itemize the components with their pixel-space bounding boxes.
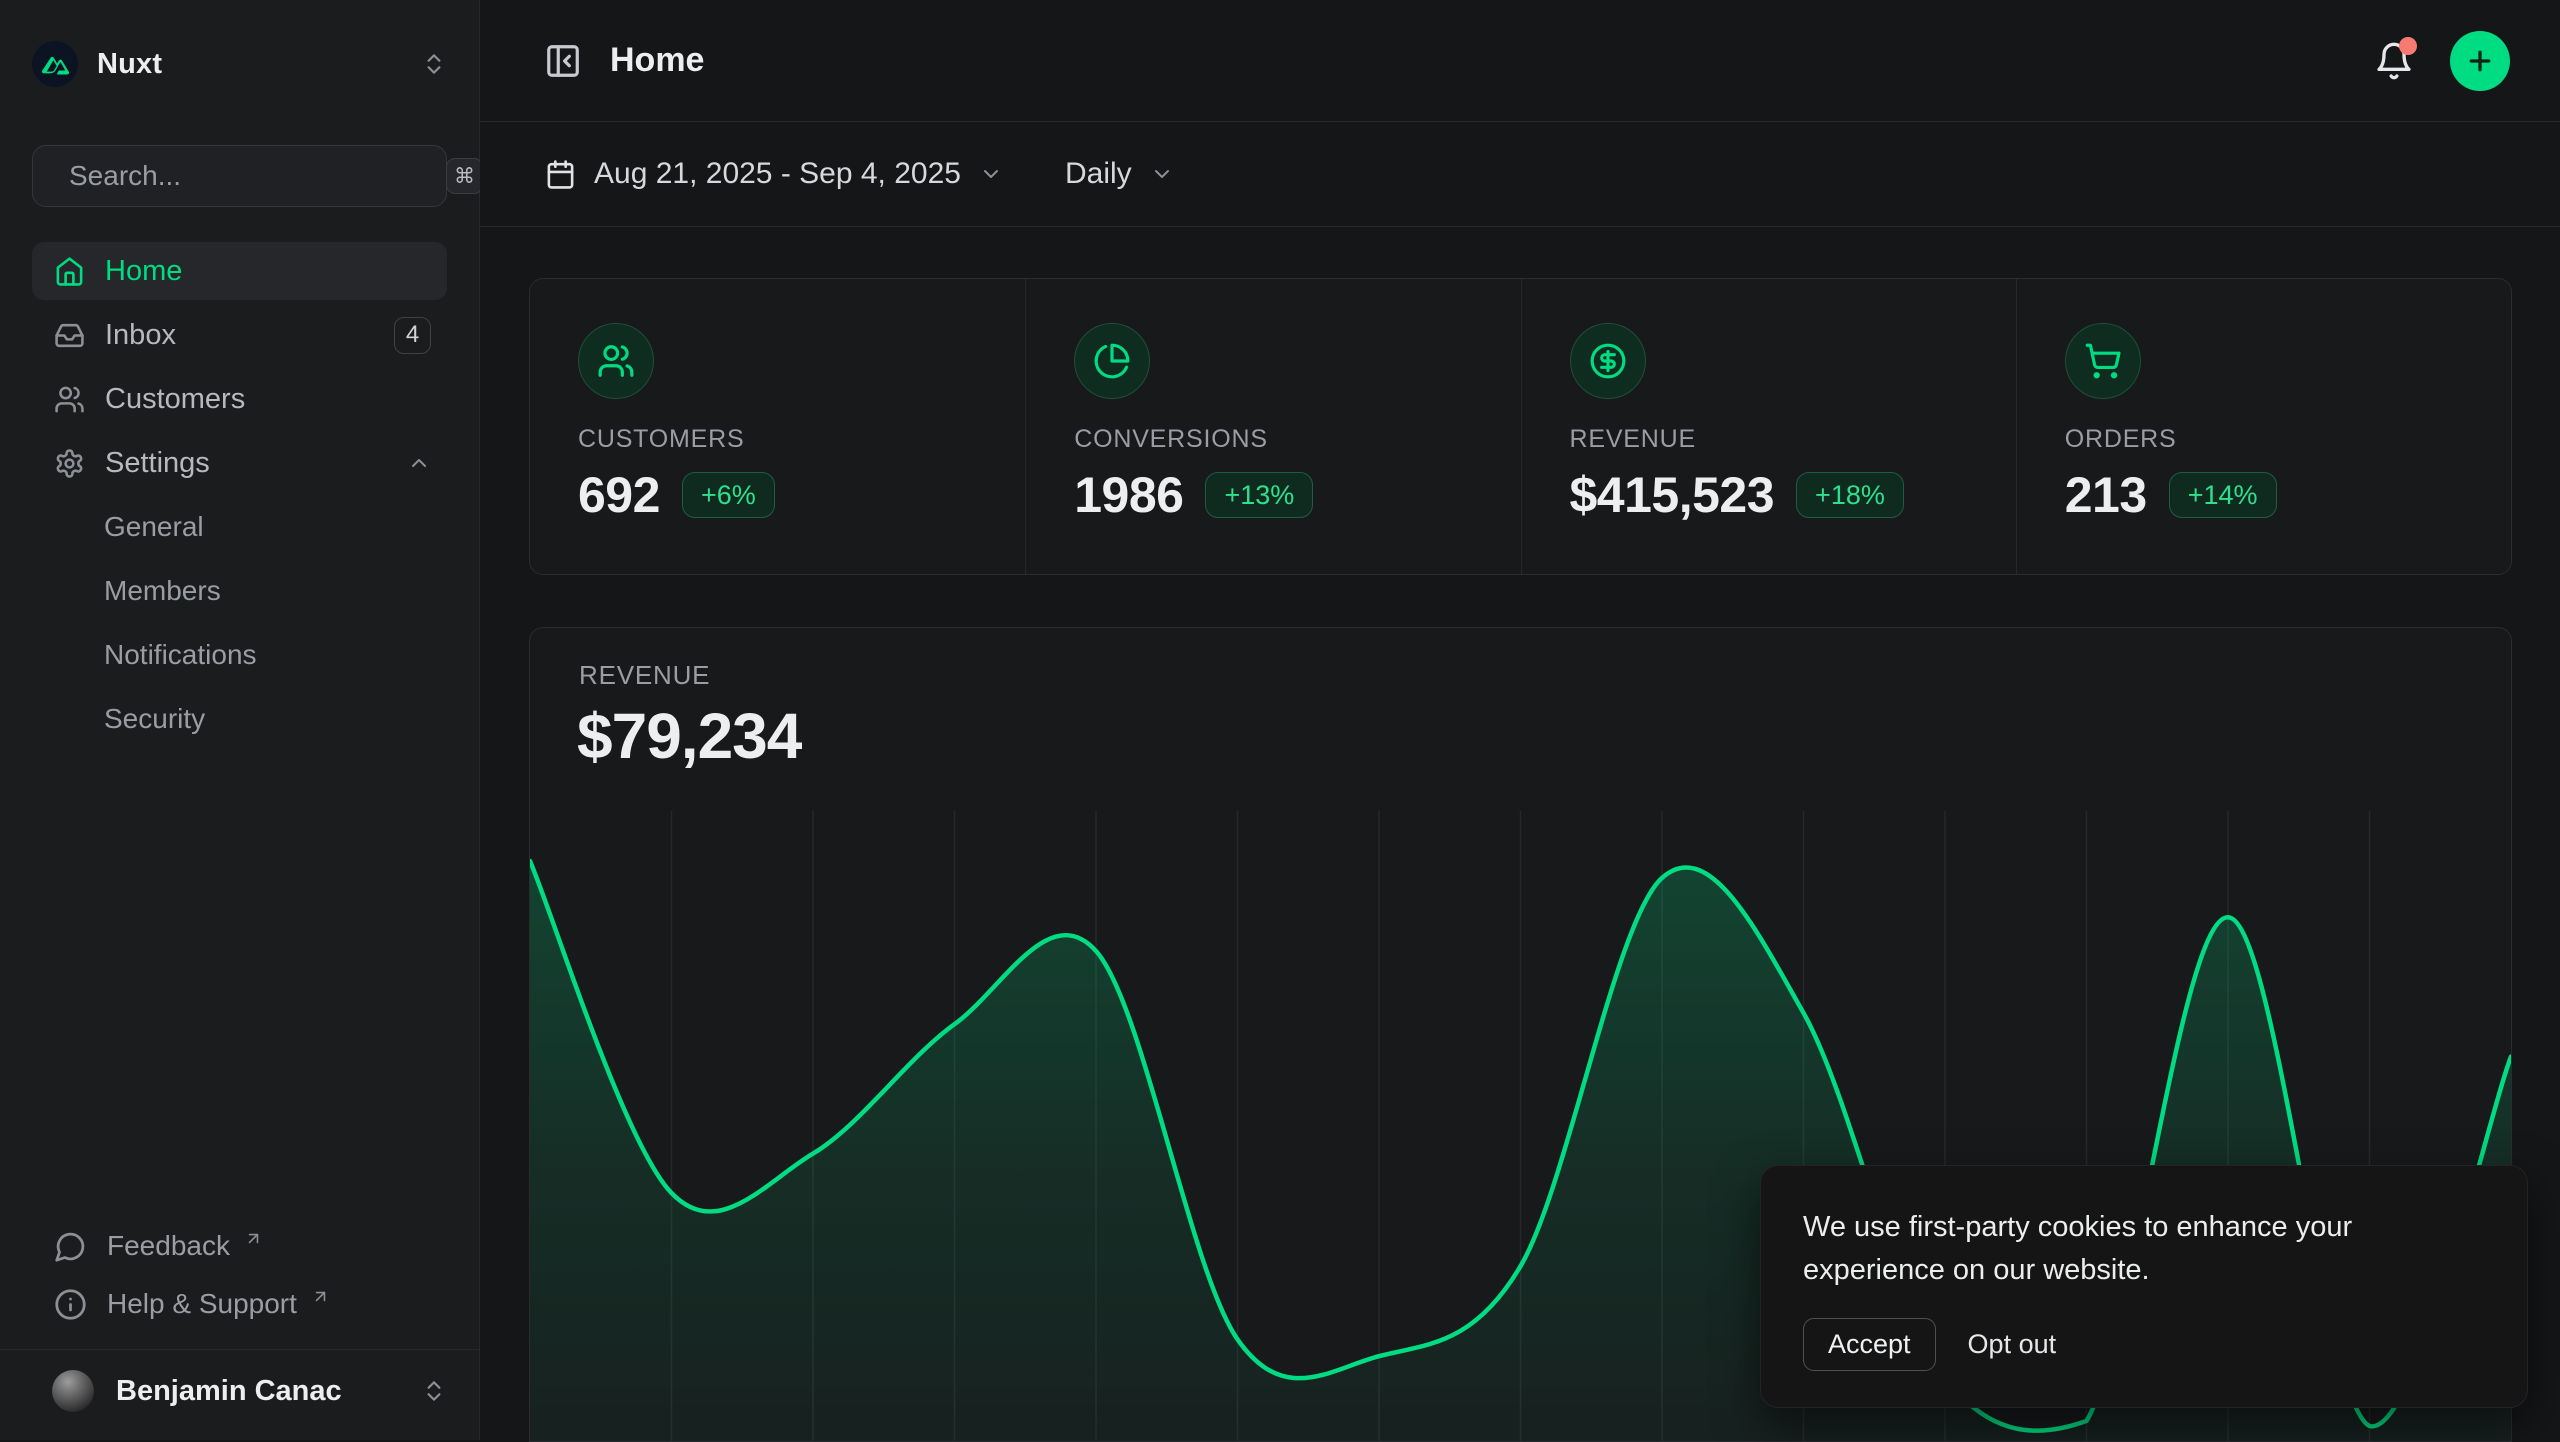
stat-card-customers[interactable]: CUSTOMERS 692 +6% bbox=[530, 279, 1025, 574]
feedback-label: Feedback bbox=[107, 1230, 230, 1262]
cookie-message: We use first-party cookies to enhance yo… bbox=[1803, 1206, 2485, 1292]
notifications-button[interactable] bbox=[2374, 41, 2414, 81]
chevron-down-icon bbox=[1150, 162, 1174, 186]
sidebar-footer: Feedback Help & Support Benjamin Canac bbox=[0, 1217, 479, 1440]
users-icon bbox=[54, 384, 85, 415]
stat-delta-badge: +6% bbox=[682, 472, 775, 518]
stat-label: ORDERS bbox=[2065, 425, 2471, 454]
accept-cookies-button[interactable]: Accept bbox=[1803, 1318, 1936, 1371]
add-button[interactable] bbox=[2450, 31, 2510, 91]
calendar-icon bbox=[545, 159, 576, 190]
message-bubble-icon bbox=[54, 1230, 87, 1263]
stat-card-revenue[interactable]: REVENUE $415,523 +18% bbox=[1521, 279, 2016, 574]
chevron-down-icon bbox=[979, 162, 1003, 186]
user-name: Benjamin Canac bbox=[116, 1375, 399, 1408]
stat-label: CUSTOMERS bbox=[578, 425, 985, 454]
search-field[interactable] bbox=[69, 160, 430, 192]
sidebar-subitem-members[interactable]: Members bbox=[32, 562, 447, 620]
stat-card-orders[interactable]: ORDERS 213 +14% bbox=[2016, 279, 2511, 574]
sidebar-item-label: Customers bbox=[105, 383, 245, 416]
nuxt-logo-icon bbox=[32, 41, 78, 87]
sidebar-subitem-general[interactable]: General bbox=[32, 498, 447, 556]
stat-value: $415,523 bbox=[1570, 466, 1775, 524]
inbox-count-badge: 4 bbox=[394, 317, 431, 354]
inbox-icon bbox=[54, 320, 85, 351]
stats-grid: CUSTOMERS 692 +6% CONVERSIONS 1986 +13% … bbox=[529, 278, 2512, 575]
gear-icon bbox=[54, 448, 85, 479]
stat-value: 213 bbox=[2065, 466, 2147, 524]
sidebar-subitem-security[interactable]: Security bbox=[32, 690, 447, 748]
sidebar-item-customers[interactable]: Customers bbox=[32, 370, 447, 428]
sidebar-item-label: Settings bbox=[105, 447, 210, 480]
revenue-chart-label: REVENUE bbox=[579, 660, 2511, 691]
collapse-sidebar-icon[interactable] bbox=[544, 42, 582, 80]
cookie-banner: We use first-party cookies to enhance yo… bbox=[1760, 1165, 2528, 1408]
help-support-label: Help & Support bbox=[107, 1288, 297, 1320]
stat-delta-badge: +18% bbox=[1796, 472, 1904, 518]
page-header: Home bbox=[480, 0, 2560, 122]
chevrons-up-down-icon bbox=[421, 1378, 447, 1404]
stat-label: REVENUE bbox=[1570, 425, 1976, 454]
search-input[interactable]: ⌘ K bbox=[32, 145, 447, 207]
stat-label: CONVERSIONS bbox=[1074, 425, 1480, 454]
stat-delta-badge: +13% bbox=[1205, 472, 1313, 518]
sidebar-item-home[interactable]: Home bbox=[32, 242, 447, 300]
pie-chart-icon bbox=[1093, 342, 1131, 380]
date-range-value: Aug 21, 2025 - Sep 4, 2025 bbox=[594, 157, 961, 191]
date-range-picker[interactable]: Aug 21, 2025 - Sep 4, 2025 bbox=[545, 157, 1003, 191]
sidebar-item-label: Home bbox=[105, 255, 182, 288]
stat-delta-badge: +14% bbox=[2169, 472, 2277, 518]
team-switcher[interactable]: Nuxt bbox=[32, 36, 447, 92]
shopping-cart-icon bbox=[2084, 342, 2122, 380]
page-title: Home bbox=[610, 41, 704, 80]
feedback-link[interactable]: Feedback bbox=[0, 1217, 479, 1275]
external-link-arrow-icon bbox=[311, 1287, 330, 1306]
external-link-arrow-icon bbox=[244, 1229, 263, 1248]
help-support-link[interactable]: Help & Support bbox=[0, 1275, 479, 1333]
kbd-cmd: ⌘ bbox=[446, 158, 483, 194]
sidebar-item-settings[interactable]: Settings bbox=[32, 434, 447, 492]
chevron-up-icon bbox=[407, 451, 431, 475]
plus-icon bbox=[2465, 46, 2495, 76]
home-icon bbox=[54, 256, 85, 287]
chevrons-up-down-icon bbox=[421, 51, 447, 77]
stat-value: 1986 bbox=[1074, 466, 1183, 524]
brand-name: Nuxt bbox=[97, 48, 162, 81]
stat-card-conversions[interactable]: CONVERSIONS 1986 +13% bbox=[1025, 279, 1520, 574]
users-icon bbox=[597, 342, 635, 380]
interval-select[interactable]: Daily bbox=[1065, 157, 1174, 191]
notification-dot bbox=[2399, 37, 2417, 55]
revenue-chart-value: $79,234 bbox=[577, 699, 2511, 773]
sidebar-nav: Home Inbox 4 Customers Settings General … bbox=[32, 242, 447, 748]
info-circle-icon bbox=[54, 1288, 87, 1321]
user-menu[interactable]: Benjamin Canac bbox=[0, 1350, 479, 1440]
sidebar-item-label: Inbox bbox=[105, 319, 176, 352]
sidebar: Nuxt ⌘ K Home Inbox 4 Customers Settings bbox=[0, 0, 480, 1440]
sidebar-subitem-notifications[interactable]: Notifications bbox=[32, 626, 447, 684]
optout-cookies-button[interactable]: Opt out bbox=[1968, 1329, 2057, 1360]
circle-dollar-icon bbox=[1589, 342, 1627, 380]
filters-toolbar: Aug 21, 2025 - Sep 4, 2025 Daily bbox=[480, 122, 2560, 227]
avatar bbox=[52, 1370, 94, 1412]
interval-value: Daily bbox=[1065, 157, 1132, 191]
stat-value: 692 bbox=[578, 466, 660, 524]
sidebar-item-inbox[interactable]: Inbox 4 bbox=[32, 306, 447, 364]
